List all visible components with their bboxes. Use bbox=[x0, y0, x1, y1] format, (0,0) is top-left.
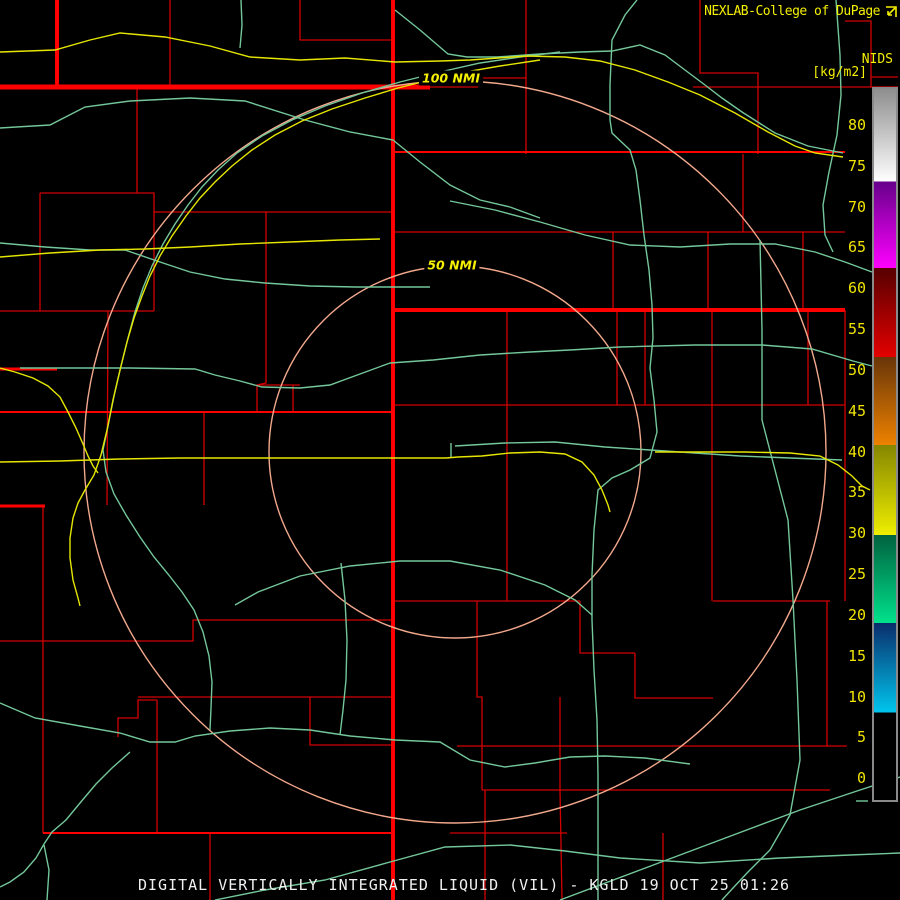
external-link-icon[interactable] bbox=[884, 5, 898, 19]
colorbar-tick-label: 60 bbox=[847, 279, 866, 298]
county-boundary-line bbox=[634, 653, 713, 699]
range-ring-label-50nmi: 50 NMI bbox=[424, 257, 480, 273]
road-line-green bbox=[339, 562, 348, 736]
county-boundary-line bbox=[309, 697, 393, 746]
road-line-yellow bbox=[655, 451, 871, 491]
road-line-green bbox=[43, 844, 50, 900]
colorbar-gradient bbox=[874, 89, 896, 800]
colorbar-tick-label: 70 bbox=[847, 197, 866, 216]
range-ring-label-100nmi: 100 NMI bbox=[419, 70, 483, 86]
product-caption: DIGITAL VERTICALLY INTEGRATED LIQUID (VI… bbox=[138, 876, 790, 894]
colorbar-tick-label: 30 bbox=[847, 524, 866, 543]
units-label: [kg/m2] bbox=[812, 65, 867, 80]
road-line-green bbox=[234, 560, 593, 616]
colorbar-tick-label: 80 bbox=[847, 116, 866, 134]
county-boundary-line bbox=[559, 697, 563, 900]
colorbar-tick-label: 45 bbox=[847, 401, 866, 420]
county-boundary-line bbox=[256, 212, 267, 412]
road-line-yellow bbox=[0, 451, 611, 513]
colorbar-tick-label: 40 bbox=[847, 442, 866, 461]
header: NEXLAB-College of DuPage bbox=[704, 4, 898, 19]
road-line-green bbox=[0, 97, 541, 219]
road-line-green bbox=[20, 362, 391, 389]
county-boundary-line bbox=[0, 619, 393, 642]
colorbar-tick-label: 15 bbox=[847, 646, 866, 665]
colorbar-tick-label: 55 bbox=[847, 320, 866, 339]
road-line-green bbox=[102, 51, 561, 731]
road-line-green bbox=[721, 239, 801, 900]
county-boundary-line bbox=[699, 0, 759, 154]
county-boundary-line bbox=[299, 0, 393, 41]
brand-title[interactable]: NEXLAB-College of DuPage bbox=[704, 4, 880, 19]
county-boundary-line bbox=[117, 699, 157, 737]
colorbar-tick-label: 10 bbox=[847, 687, 866, 706]
colorbar bbox=[872, 87, 898, 802]
colorbar-tick-label: 0 bbox=[856, 769, 866, 788]
road-line-yellow bbox=[69, 59, 541, 607]
road-line-yellow bbox=[0, 367, 99, 474]
road-line-green bbox=[0, 702, 691, 768]
road-line-green bbox=[0, 242, 430, 288]
road-line-green bbox=[239, 0, 243, 49]
colorbar-tick-label: 65 bbox=[847, 238, 866, 257]
colorbar-tick-label: 50 bbox=[847, 360, 866, 379]
county-boundary-line bbox=[826, 601, 847, 747]
radar-map-canvas bbox=[0, 0, 900, 900]
colorbar-tick-label: 35 bbox=[847, 483, 866, 502]
colorbar-tick-label: 20 bbox=[847, 605, 866, 624]
colorbar-tick-label: 75 bbox=[847, 156, 866, 175]
colorbar-tick-label: 5 bbox=[856, 728, 866, 747]
road-line-green bbox=[449, 200, 873, 273]
radar-viewer: 80 75 70 65 60 55 50 45 40 35 30 25 20 15 10 5 0 50 NMI … bbox=[0, 0, 900, 900]
road-line-green bbox=[0, 751, 131, 888]
road-line-green bbox=[454, 441, 843, 461]
road-line-green bbox=[822, 0, 842, 253]
road-line-green bbox=[389, 344, 873, 367]
road-line-yellow bbox=[0, 32, 844, 158]
colorbar-tick-label: 25 bbox=[847, 565, 866, 584]
range-ring bbox=[268, 265, 642, 639]
county-boundary-line bbox=[579, 601, 635, 654]
